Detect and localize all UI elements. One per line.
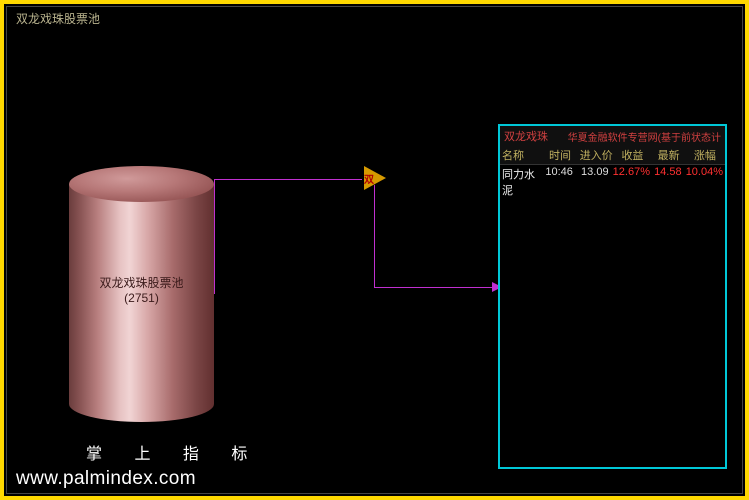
cell-change: 10.04% (686, 166, 723, 198)
cylinder-label: 双龙戏珠股票池 (2751) (69, 276, 214, 306)
column-headers: 名称 时间 进入价 收益 最新 涨幅 (500, 146, 725, 164)
panel-title-left: 双龙戏珠 (504, 128, 548, 144)
col-name: 名称 (502, 147, 542, 163)
cell-latest: 14.58 (650, 166, 686, 198)
panel-title-right: 华夏金融软件专营网(基于前状态计 (568, 129, 721, 144)
cylinder-top (69, 166, 214, 202)
connector-segment-top (214, 179, 374, 180)
col-change: 涨幅 (687, 147, 723, 163)
connector-segment-down (374, 179, 375, 288)
connector-segment-right (374, 287, 494, 288)
cell-gain: 12.67% (613, 166, 650, 198)
footer-url: www.palmindex.com (16, 468, 196, 490)
cylinder-bottom (69, 386, 214, 422)
cell-name: 同力水泥 (502, 166, 541, 198)
window-title: 双龙戏珠股票池 (16, 10, 100, 27)
col-gain: 收益 (614, 147, 650, 163)
app-frame: 双龙戏珠股票池 双龙戏珠股票池 (2751) 双 双龙戏珠 华夏金融软件专营网(… (0, 0, 749, 500)
filter-node-label: 双 (364, 171, 374, 186)
cylinder-label-line2: (2751) (69, 291, 214, 306)
cell-time: 10:46 (541, 166, 577, 198)
cylinder-label-line1: 双龙戏珠股票池 (69, 276, 214, 291)
col-entry-price: 进入价 (578, 147, 614, 163)
footer-brand-cn: 掌 上 指 标 (86, 440, 261, 464)
panel-title-row: 双龙戏珠 华夏金融软件专营网(基于前状态计 (500, 126, 725, 146)
col-latest: 最新 (651, 147, 687, 163)
panel-header: 双龙戏珠 华夏金融软件专营网(基于前状态计 名称 时间 进入价 收益 最新 涨幅 (500, 126, 725, 165)
connector-segment-up (214, 179, 215, 294)
table-row[interactable]: 同力水泥 10:46 13.09 12.67% 14.58 10.04% (500, 165, 725, 199)
results-panel: 双龙戏珠 华夏金融软件专营网(基于前状态计 名称 时间 进入价 收益 最新 涨幅… (498, 124, 727, 469)
cell-entry-price: 13.09 (577, 166, 613, 198)
col-time: 时间 (542, 147, 578, 163)
stock-pool-cylinder: 双龙戏珠股票池 (2751) (69, 169, 214, 419)
